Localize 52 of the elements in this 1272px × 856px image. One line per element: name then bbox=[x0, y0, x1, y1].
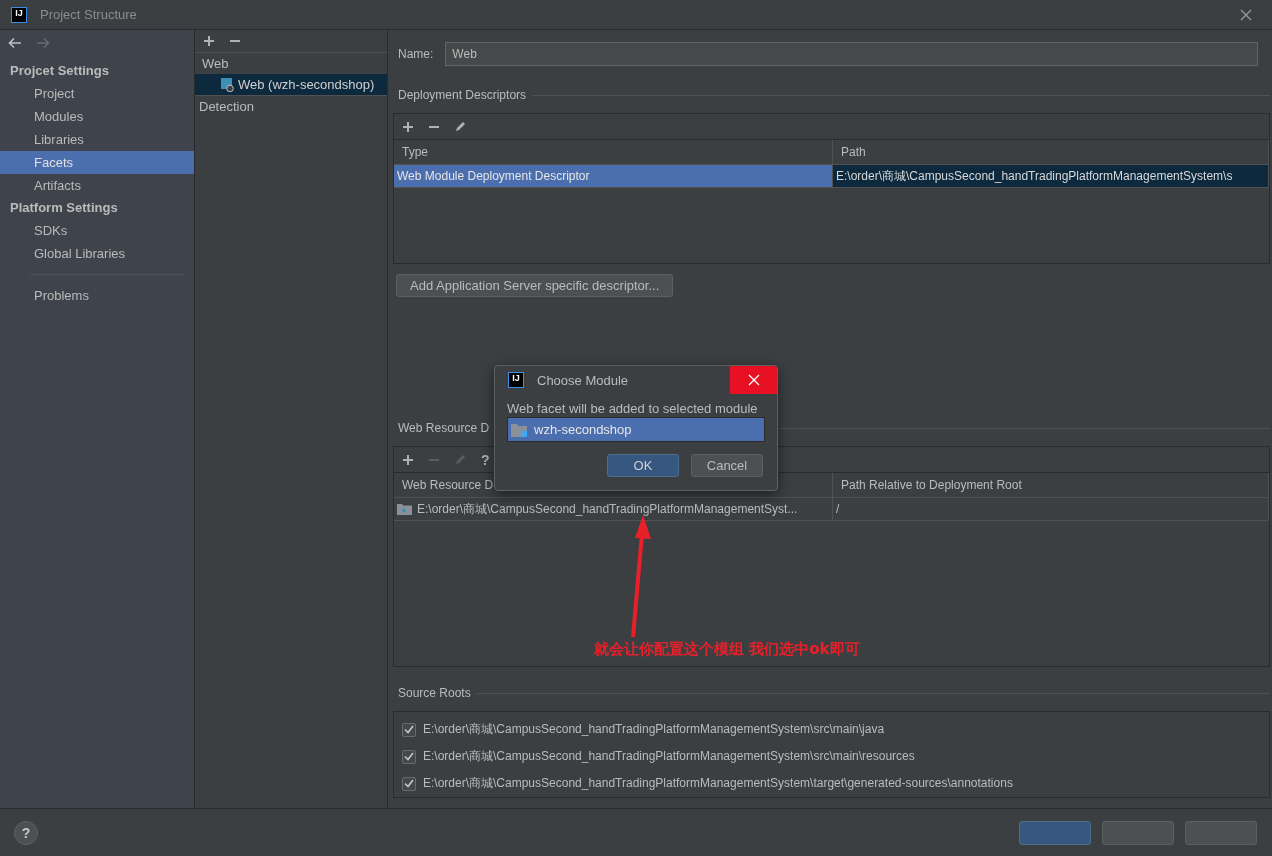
checkbox[interactable] bbox=[402, 776, 416, 791]
help-button[interactable]: ? bbox=[481, 451, 490, 468]
add-icon[interactable] bbox=[203, 35, 215, 47]
table-cell-text: Web Module Deployment Descriptor bbox=[397, 168, 590, 185]
checkbox[interactable] bbox=[402, 749, 416, 764]
pencil-icon[interactable] bbox=[454, 120, 467, 133]
folder-icon bbox=[397, 503, 412, 515]
table-cell-text: E:\order\商城\CampusSecond_handTradingPlatformManagementSyst... bbox=[417, 501, 798, 518]
close-icon[interactable] bbox=[1240, 8, 1252, 21]
annotation-text: 就会让你配置这个模组 我们选中ok即可 bbox=[594, 640, 860, 659]
module-folder-icon bbox=[511, 422, 528, 437]
ok-button[interactable]: OK bbox=[607, 454, 679, 477]
table-cell-text: / bbox=[836, 501, 840, 518]
section-header: Deployment Descriptors bbox=[398, 88, 527, 102]
tree-group-label[interactable]: Web bbox=[195, 53, 387, 74]
module-item[interactable]: wzh-secondshop bbox=[508, 418, 764, 441]
source-root-path: E:\order\商城\CampusSecond_handTradingPlatformManagementSystem\target\generated-sources\annotations bbox=[423, 775, 1013, 792]
cancel-button[interactable]: Cancel bbox=[691, 454, 763, 477]
sidebar-item[interactable]: SDKs bbox=[0, 219, 194, 242]
window-title: Project Structure bbox=[40, 7, 137, 22]
close-icon bbox=[747, 374, 760, 386]
table-row[interactable]: E:\order\商城\CampusSecond_handTradingPlatformManagementSyst... / bbox=[394, 498, 1269, 521]
section-header: Web Resource D bbox=[398, 421, 490, 435]
source-root-path: E:\order\商城\CampusSecond_handTradingPlatformManagementSystem\src\main\java bbox=[423, 721, 885, 738]
section-header: Platform Settings bbox=[9, 199, 119, 217]
add-icon[interactable] bbox=[402, 453, 414, 466]
column-header[interactable]: Path Relative to Deployment Root bbox=[833, 473, 1269, 498]
tree-item[interactable]: Web (wzh-secondshop) bbox=[195, 74, 387, 96]
web-facet-icon bbox=[221, 77, 234, 92]
help-button[interactable]: ? bbox=[14, 820, 38, 845]
sidebar-item[interactable]: Problems bbox=[0, 284, 194, 307]
app-logo: IJ bbox=[508, 372, 524, 388]
dialog-message: Web facet will be added to selected module bbox=[506, 400, 759, 416]
section-header: Source Roots bbox=[398, 686, 471, 700]
name-field[interactable]: Web bbox=[445, 42, 1258, 66]
back-arrow-icon[interactable] bbox=[8, 36, 22, 49]
add-icon[interactable] bbox=[402, 120, 414, 133]
dialog-title: Choose Module bbox=[537, 372, 630, 388]
table-cell-text: E:\order\商城\CampusSecond_handTradingPlatformManagementSystem\s bbox=[836, 168, 1233, 185]
tree-item[interactable]: Detection bbox=[195, 96, 387, 117]
section-header: Projcet Settings bbox=[9, 62, 110, 80]
sidebar-item[interactable]: Libraries bbox=[0, 128, 194, 151]
add-descriptor-button[interactable]: Add Application Server specific descriptor... bbox=[396, 274, 674, 297]
sidebar-item[interactable]: Facets bbox=[0, 151, 194, 174]
sidebar-item[interactable]: Project bbox=[0, 82, 194, 105]
sidebar-item[interactable]: Artifacts bbox=[0, 174, 194, 197]
checkbox[interactable] bbox=[402, 722, 416, 737]
field-label: Name: bbox=[398, 47, 434, 61]
sidebar-item[interactable]: Modules bbox=[0, 105, 194, 128]
sidebar-item[interactable]: Global Libraries bbox=[0, 242, 194, 265]
app-logo: IJ bbox=[11, 6, 27, 23]
source-root-path: E:\order\商城\CampusSecond_handTradingPlatformManagementSystem\src\main\resources bbox=[423, 748, 915, 765]
